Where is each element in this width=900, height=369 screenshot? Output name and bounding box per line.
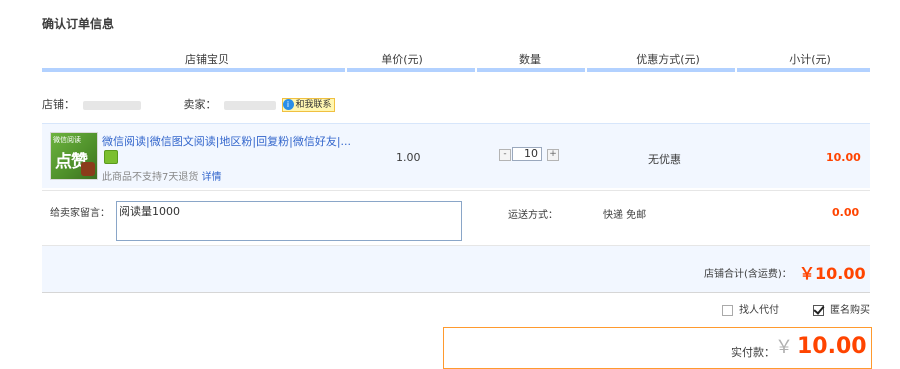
header-underline xyxy=(737,68,870,72)
contact-seller-button[interactable]: i 和我联系 xyxy=(281,98,335,112)
page-title: 确认订单信息 xyxy=(42,17,115,31)
table-header: 店铺宝贝 单价(元) 数量 优惠方式(元) 小计(元) xyxy=(42,48,870,68)
proxy-pay-label: 找人代付 xyxy=(739,305,779,316)
message-text: 阅读量1000 xyxy=(119,205,180,218)
quantity-input[interactable]: 10 xyxy=(512,147,542,161)
header-underline xyxy=(42,68,345,72)
payment-value: 10.00 xyxy=(797,334,867,359)
header-underline xyxy=(477,68,585,72)
shipping-method: 快递 免邮 xyxy=(603,210,647,221)
shop-label: 店铺： xyxy=(42,98,75,111)
seller-name-blurred xyxy=(224,100,276,110)
shop-total-label: 店铺合计(含运费)： xyxy=(704,269,792,280)
seller-label: 卖家： xyxy=(183,98,217,111)
divider xyxy=(42,292,870,293)
payment-summary: 实付款： ￥ 10.00 xyxy=(443,327,872,369)
col-item: 店铺宝贝 xyxy=(185,53,229,66)
col-discount: 优惠方式(元) xyxy=(636,53,700,66)
contact-label: 和我联系 xyxy=(295,100,332,110)
leaf-icon xyxy=(104,150,118,164)
proxy-pay-checkbox[interactable] xyxy=(722,304,733,316)
col-quantity: 数量 xyxy=(519,53,541,66)
thumb-caption: 微信阅读 xyxy=(53,136,81,144)
thumb-emblem xyxy=(81,162,95,176)
decrease-button[interactable]: - xyxy=(499,149,511,161)
message-textarea[interactable]: 阅读量1000 xyxy=(116,201,462,241)
chat-icon: i xyxy=(282,99,294,110)
shop-total-row: 店铺合计(含运费)： ￥10.00 xyxy=(42,245,870,292)
discount-value: 无优惠 xyxy=(648,153,681,166)
shop-name-blurred xyxy=(82,100,141,110)
item-subtotal: 10.00 xyxy=(826,151,861,164)
message-row: 给卖家留言： 阅读量1000 运送方式： 快递 免邮 0.00 xyxy=(42,190,870,245)
anonymous-label: 匿名购买 xyxy=(830,305,870,316)
item-thumbnail[interactable]: 微信阅读 点赞 xyxy=(50,132,98,180)
details-link[interactable]: 详情 xyxy=(202,172,222,183)
no-return-text: 此商品不支持7天退货 xyxy=(102,172,199,183)
header-underline xyxy=(587,68,735,72)
currency-symbol: ￥ xyxy=(775,337,793,358)
payment-amount: ￥ 10.00 xyxy=(775,333,867,359)
shop-row: 店铺： 卖家： i 和我联系 xyxy=(42,96,870,116)
col-unit-price: 单价(元) xyxy=(381,53,423,66)
shop-total-amount: ￥10.00 xyxy=(799,264,866,283)
item-title-link[interactable]: 微信阅读|微信图文阅读|地区粉|回复粉|微信好友|... xyxy=(102,133,351,149)
message-label: 给卖家留言： xyxy=(50,208,110,219)
shipping-fee: 0.00 xyxy=(832,206,860,219)
anonymous-option[interactable]: 匿名购买 xyxy=(813,301,870,316)
header-underline xyxy=(347,68,475,72)
col-subtotal: 小计(元) xyxy=(789,53,831,66)
order-item-row: 微信阅读 点赞 微信阅读|微信图文阅读|地区粉|回复粉|微信好友|... 此商品… xyxy=(42,123,870,188)
payment-label: 实付款： xyxy=(731,346,775,359)
unit-price: 1.00 xyxy=(396,151,421,164)
proxy-pay-option[interactable]: 找人代付 xyxy=(722,301,779,316)
anonymous-checkbox[interactable] xyxy=(813,304,824,316)
shipping-label: 运送方式： xyxy=(508,210,558,221)
increase-button[interactable]: + xyxy=(547,149,559,161)
no-return-note: 此商品不支持7天退货 详情 xyxy=(102,168,222,183)
